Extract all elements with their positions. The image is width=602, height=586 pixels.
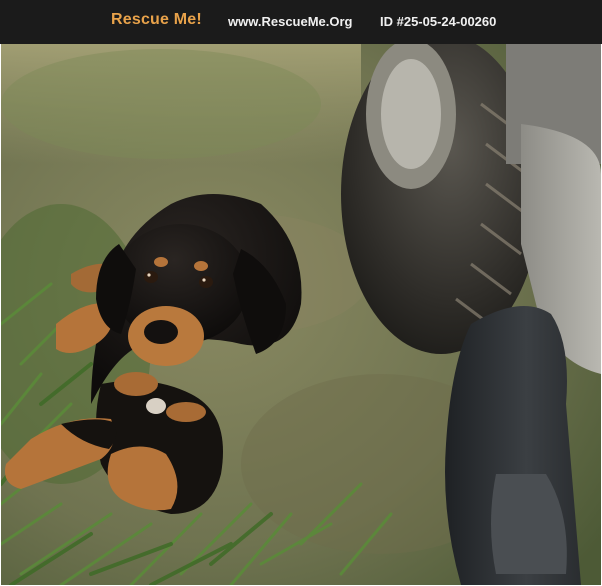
puppy-photo xyxy=(1,44,601,585)
site-url[interactable]: www.RescueMe.Org xyxy=(228,14,353,29)
site-header: Rescue Me! www.RescueMe.Org ID #25-05-24… xyxy=(0,0,602,44)
photo-frame xyxy=(0,44,602,586)
brand-logo[interactable]: Rescue Me! xyxy=(111,11,202,29)
listing-id: ID #25-05-24-00260 xyxy=(380,14,497,29)
